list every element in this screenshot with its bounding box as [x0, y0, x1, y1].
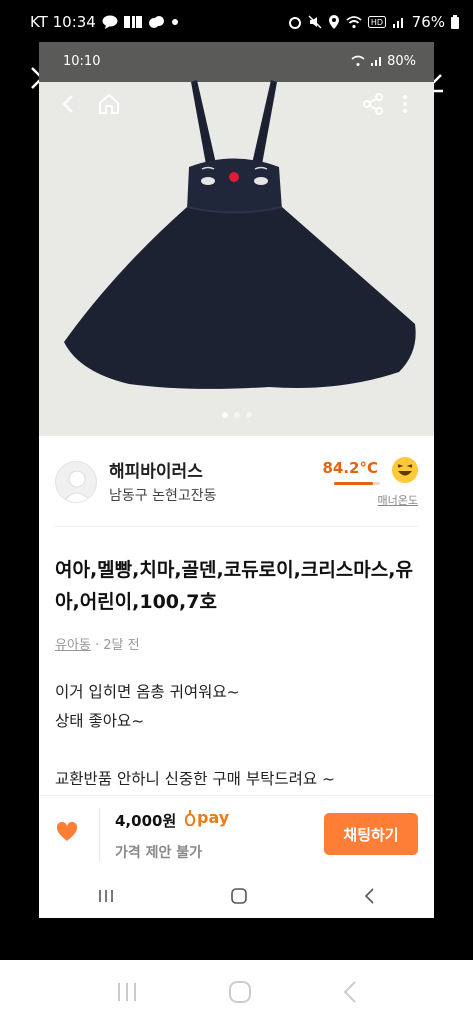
cloud-icon — [148, 16, 164, 28]
battery-icon — [451, 15, 459, 29]
alarm-icon — [288, 17, 301, 29]
avatar[interactable] — [55, 461, 97, 503]
carousel-dot-active — [221, 412, 228, 418]
manner-temperature: 84.2°C — [322, 459, 378, 477]
seller-name[interactable]: 해피바이러스 — [109, 457, 203, 482]
posted-time: · 2달 전 — [90, 638, 140, 653]
carrot-pay-icon — [185, 809, 195, 826]
seller-location: 남동구 논현고잔동 — [109, 488, 217, 504]
category-link[interactable]: 유아동 — [55, 638, 91, 653]
app-notification-icon — [123, 16, 142, 28]
purchase-bar: 4,000원 pay 가격 제안 불가 채팅하기 — [39, 795, 434, 873]
carousel-indicator — [39, 412, 434, 418]
description-line: 이거 입히면 옴총 귀여워요~ — [55, 683, 240, 701]
back-icon[interactable] — [57, 92, 81, 116]
product-title: 여아,멜빵,치마,골덴,코듀로이,크리스마스,유아,어린이,100,7호 — [55, 559, 413, 613]
description-line — [55, 736, 425, 765]
app-screenshot: 10:10 80% 해피바이러스 남동구 논현고잔동 84.2°C 매너온도 여… — [39, 42, 434, 918]
inner-status-bar: 10:10 80% — [39, 42, 434, 80]
price: 4,000원 — [115, 812, 177, 830]
system-nav-bar — [0, 960, 473, 1024]
mute-icon — [308, 15, 322, 29]
recents-icon[interactable] — [97, 888, 115, 904]
inner-nav-bar — [39, 873, 434, 918]
more-icon[interactable] — [399, 92, 411, 116]
outer-status-bar: KT 10:34 HD 76% — [0, 0, 473, 44]
temperature-bar — [334, 482, 380, 485]
inner-signal-icon — [371, 57, 382, 66]
inner-battery: 80% — [387, 53, 416, 69]
carousel-dot — [233, 412, 240, 418]
product-meta: 유아동 · 2달 전 — [55, 634, 140, 653]
back-button-icon[interactable] — [363, 887, 377, 905]
description-line: 교환반품 안하니 신중한 구매 부탁드려요 ~ — [55, 770, 336, 788]
chat-button[interactable]: 채팅하기 — [324, 813, 418, 855]
signal-icon — [392, 18, 403, 28]
divider — [99, 808, 100, 862]
talk-icon — [102, 15, 118, 29]
inner-wifi-icon — [351, 55, 365, 66]
home-button-icon[interactable] — [230, 887, 248, 905]
location-icon — [328, 15, 339, 29]
product-image[interactable]: 10:10 80% — [39, 42, 434, 436]
carousel-dot — [245, 412, 252, 418]
more-notifications-dot — [171, 19, 178, 25]
home-icon[interactable] — [97, 92, 121, 116]
manner-temp-label[interactable]: 매너온도 — [378, 492, 418, 508]
system-home-icon[interactable] — [228, 980, 252, 1004]
seller-section[interactable]: 해피바이러스 남동구 논현고잔동 84.2°C 매너온도 — [55, 437, 418, 527]
carrot-pay-badge: pay — [185, 808, 229, 827]
svg-text:HD: HD — [371, 18, 383, 27]
avatar-placeholder-icon — [62, 470, 92, 502]
inner-status-time: 10:10 — [63, 53, 101, 69]
battery-percent: 76% — [411, 13, 445, 31]
share-icon[interactable] — [361, 92, 385, 116]
hd-icon: HD — [367, 16, 386, 28]
product-description: 이거 입히면 옴총 귀여워요~ 상태 좋아요~ 교환반품 안하니 신중한 구매 … — [55, 678, 425, 794]
pay-label: pay — [197, 808, 230, 827]
description-line: 상태 좋아요~ — [55, 712, 145, 730]
negotiation-status: 가격 제안 불가 — [115, 845, 203, 861]
system-recents-icon[interactable] — [115, 981, 139, 1003]
system-back-icon[interactable] — [341, 980, 359, 1004]
wifi-icon — [346, 16, 362, 29]
temperature-bar-fill — [334, 482, 373, 485]
laughing-emoji-icon — [392, 457, 418, 483]
heart-icon[interactable] — [55, 820, 79, 844]
status-time: KT 10:34 — [30, 13, 96, 31]
image-nav-bar — [57, 90, 417, 120]
